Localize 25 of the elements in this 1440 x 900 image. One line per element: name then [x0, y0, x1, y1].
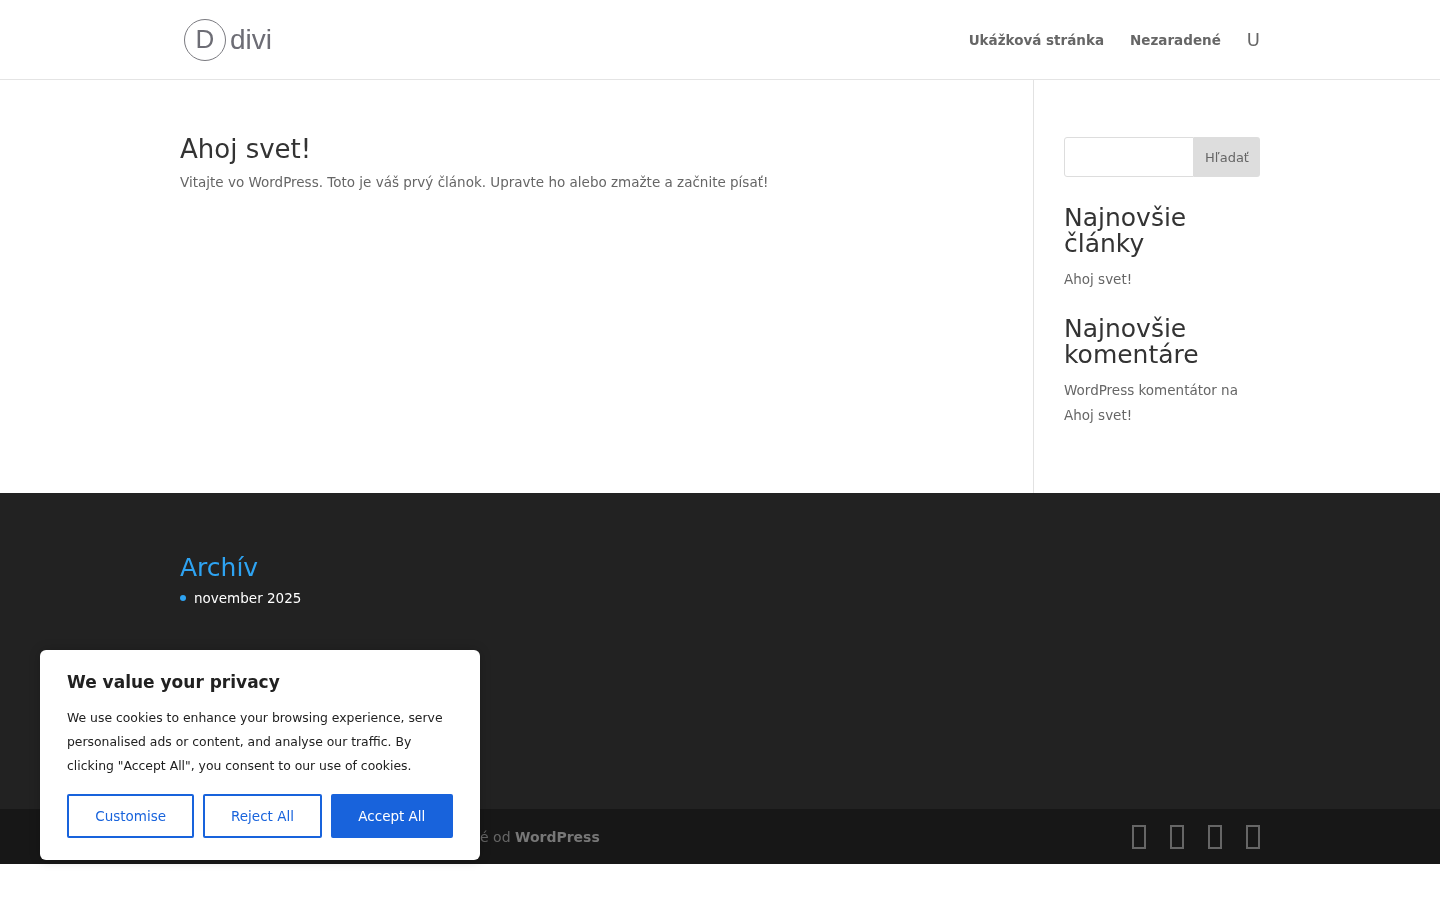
placeholder-glyph-icon[interactable]: [1208, 824, 1222, 849]
cookie-button[interactable]: Accept All: [330, 794, 453, 838]
cookie-title: We value your privacy: [67, 672, 281, 692]
archive-link[interactable]: november 2025: [194, 590, 302, 606]
placeholder-glyph-icon[interactable]: [1170, 824, 1184, 849]
post-excerpt: Vitajte vo WordPress. Toto je váš prvý článok. Upravte ho alebo zmažte a začnite písať!: [180, 174, 770, 190]
search-field[interactable]: [1064, 137, 1194, 177]
post-title[interactable]: Ahoj svet!: [180, 134, 1033, 164]
cookie-button[interactable]: Reject All: [203, 794, 322, 838]
placeholder-glyph-icon[interactable]: [1132, 824, 1146, 849]
cookie-text: We use cookies to enhance your browsing experience, serve personalised ads or content, and analyse our traffic. By clicking "Accept All", you consent to our use of cookies.: [67, 709, 444, 775]
cookie-button[interactable]: Customise: [67, 794, 195, 838]
nav-link[interactable]: Ukážková stránka: [968, 31, 1105, 48]
widget-title: Najnovšie články: [1064, 205, 1188, 257]
search-toggle[interactable]: U: [1246, 29, 1260, 50]
widget-link[interactable]: WordPress komentátor na Ahoj svet!: [1064, 378, 1260, 428]
footer-widget-title: Archív: [180, 553, 260, 582]
nav-link[interactable]: Nezaradené: [1130, 31, 1221, 48]
widget-link[interactable]: Ahoj svet!: [1064, 267, 1260, 292]
placeholder-glyph-icon[interactable]: [1246, 824, 1260, 849]
footer-credit: é od WordPress: [480, 828, 600, 845]
search-button[interactable]: Hľadať: [1194, 137, 1260, 177]
bullet-icon: [180, 595, 186, 601]
logo-text[interactable]: divi: [230, 23, 272, 56]
widget-title: Najnovšie komentáre: [1064, 316, 1200, 368]
